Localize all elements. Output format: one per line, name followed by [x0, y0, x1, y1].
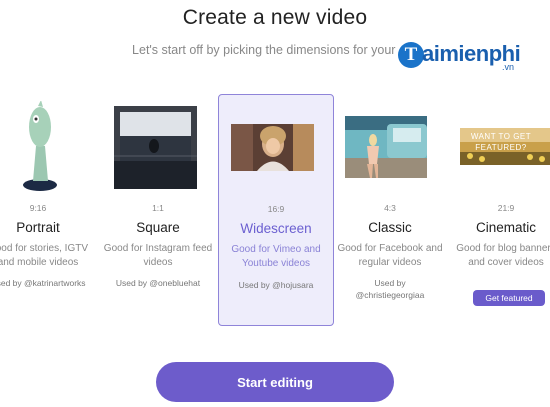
classic-thumbnail: [345, 116, 427, 178]
widescreen-label: Widescreen: [240, 221, 312, 236]
cinematic-ratio: 21:9: [497, 203, 515, 213]
square-ratio: 1:1: [152, 203, 164, 213]
square-credit: Used by @onebluehat: [115, 278, 201, 288]
portrait-thumbnail: [18, 101, 60, 191]
cinematic-thumbnail-caption: WANT TO GET FEATURED?: [470, 132, 532, 152]
card-square[interactable]: 1:1 Square Good for Instagram feed video…: [102, 95, 214, 325]
widescreen-ratio: 16:9: [267, 204, 285, 214]
card-cinematic[interactable]: WANT TO GET FEATURED? 21:9 Cinematic Goo…: [450, 95, 550, 325]
widescreen-credit: Used by @hojusara: [238, 280, 314, 290]
classic-credit: Used by @christiegeorgiaa: [355, 278, 425, 300]
portrait-credit: Used by @katrinartworks: [0, 278, 86, 288]
cinematic-description: Good for blog banners and cover videos: [456, 243, 550, 268]
watermark-badge: T: [398, 42, 424, 68]
page-title: Create a new video: [182, 6, 368, 29]
classic-description: Good for Facebook and regular videos: [337, 243, 443, 268]
get-featured-button[interactable]: Get featured: [473, 290, 545, 306]
cinematic-label: Cinematic: [475, 220, 537, 235]
watermark-logo: T aimienphi .vn: [398, 38, 550, 78]
cinematic-thumbnail: WANT TO GET FEATURED?: [460, 128, 550, 165]
square-label: Square: [136, 220, 180, 235]
card-widescreen[interactable]: 16:9 Widescreen Good for Vimeo and Youtu…: [218, 94, 334, 326]
classic-ratio: 4:3: [384, 203, 396, 213]
portrait-ratio: 9:16: [29, 203, 47, 213]
watermark-domain: .vn: [502, 62, 515, 72]
square-thumbnail: [114, 106, 197, 189]
card-classic[interactable]: 4:3 Classic Good for Facebook and regula…: [334, 95, 446, 325]
widescreen-thumbnail: [231, 124, 314, 171]
portrait-description: Good for stories, IGTV and mobile videos: [0, 243, 89, 268]
card-portrait[interactable]: 9:16 Portrait Good for stories, IGTV and…: [0, 95, 94, 325]
portrait-label: Portrait: [16, 220, 60, 235]
classic-label: Classic: [368, 220, 412, 235]
start-editing-button[interactable]: Start editing: [156, 362, 394, 402]
square-description: Good for Instagram feed videos: [103, 243, 213, 268]
widescreen-description: Good for Vimeo and Youtube videos: [231, 244, 321, 269]
